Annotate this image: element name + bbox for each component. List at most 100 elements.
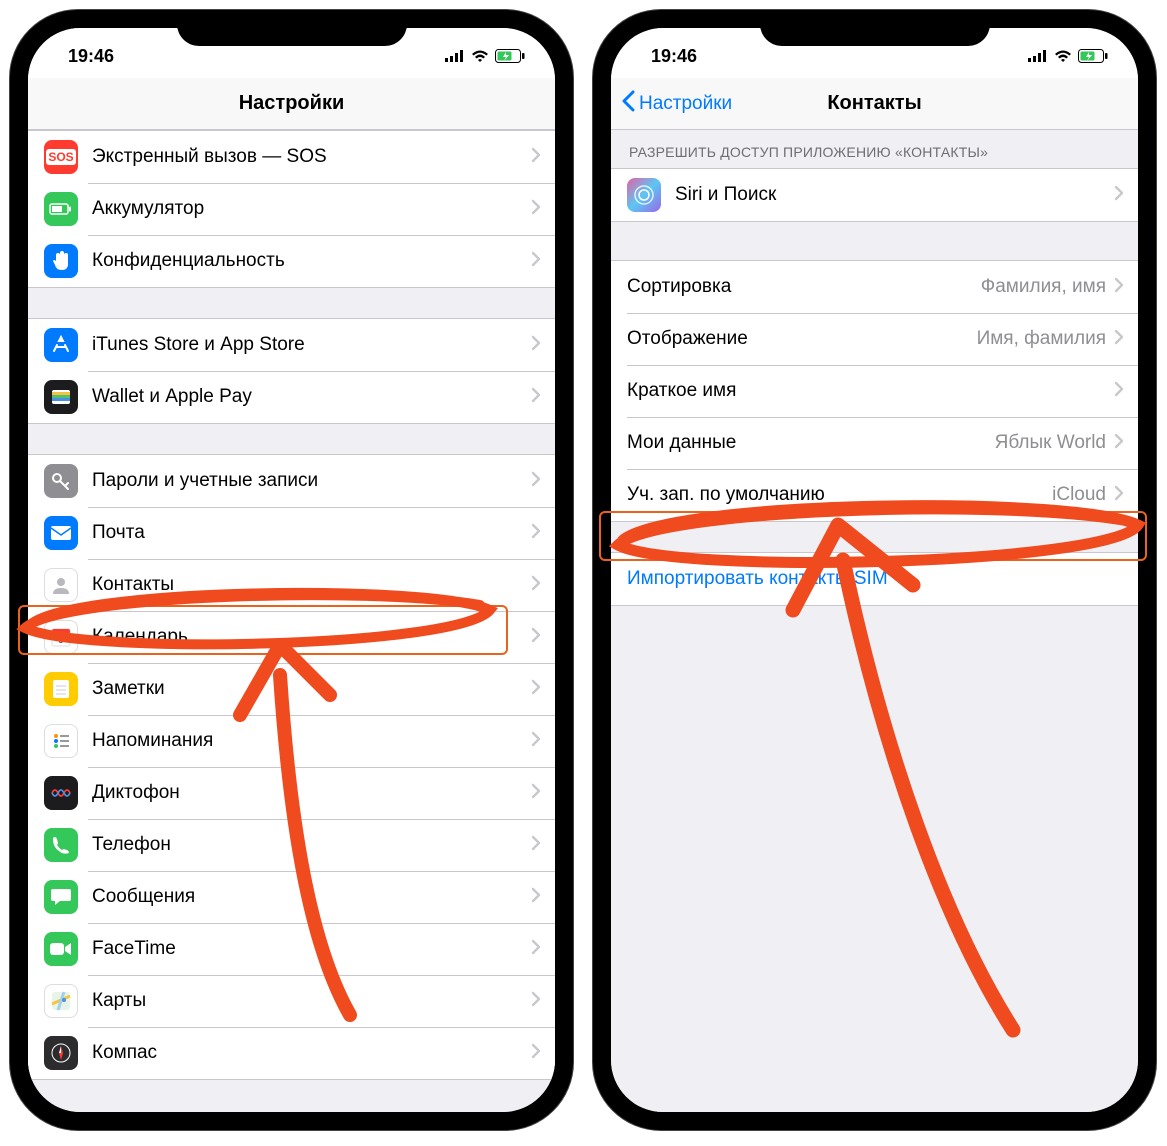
chevron-right-icon [531, 991, 541, 1012]
status-time: 19:46 [651, 40, 697, 67]
contacts-settings[interactable]: РАЗРЕШИТЬ ДОСТУП ПРИЛОЖЕНИЮ «КОНТАКТЫ» S… [611, 130, 1138, 1112]
settings-row-contacts[interactable]: Контакты [28, 559, 555, 611]
settings-row-key[interactable]: Пароли и учетные записи [28, 455, 555, 507]
back-button[interactable]: Настройки [611, 90, 732, 118]
row-label: Сообщения [92, 886, 531, 908]
settings-row-notes[interactable]: Заметки [28, 663, 555, 715]
settings-row-mail[interactable]: Почта [28, 507, 555, 559]
nav-bar: Настройки [28, 78, 555, 130]
settings-list[interactable]: SOS Экстренный вызов — SOS Аккумулятор Конф… [28, 130, 555, 1112]
settings-row-compass[interactable]: Компас [28, 1027, 555, 1079]
svg-text:9: 9 [58, 635, 64, 646]
settings-row-wallet[interactable]: Wallet и Apple Pay [28, 371, 555, 423]
maps-icon [44, 984, 78, 1018]
settings-row-messages[interactable]: Сообщения [28, 871, 555, 923]
compass-icon [44, 1036, 78, 1070]
chevron-right-icon [531, 523, 541, 544]
back-label: Настройки [639, 93, 732, 115]
contacts-option-row[interactable]: Краткое имя [611, 365, 1138, 417]
chevron-right-icon [1114, 433, 1124, 454]
chevron-right-icon [531, 835, 541, 856]
row-label: Сортировка [627, 276, 981, 298]
appstore-icon [44, 328, 78, 362]
hand-icon [44, 244, 78, 278]
row-value: iCloud [1052, 484, 1106, 506]
page-title: Настройки [28, 92, 555, 115]
battery-icon [44, 192, 78, 226]
chevron-right-icon [531, 679, 541, 700]
section-header: РАЗРЕШИТЬ ДОСТУП ПРИЛОЖЕНИЮ «КОНТАКТЫ» [611, 130, 1138, 168]
row-label: Уч. зап. по умолчанию [627, 484, 1052, 506]
screen-right: 19:46 Нас [611, 28, 1138, 1112]
row-label: Аккумулятор [92, 198, 531, 220]
row-label: Контакты [92, 574, 531, 596]
contacts-option-row[interactable]: Уч. зап. по умолчаниюiCloud [611, 469, 1138, 521]
chevron-right-icon [531, 627, 541, 648]
chevron-right-icon [531, 575, 541, 596]
phone-left: 19:46 Настройки SOS Экстренный вызов — SO… [10, 10, 573, 1130]
sos-icon: SOS [44, 140, 78, 174]
screen-left: 19:46 Настройки SOS Экстренный вызов — SO… [28, 28, 555, 1112]
wifi-icon [471, 50, 489, 63]
row-label: Экстренный вызов — SOS [92, 146, 531, 168]
battery-icon [1078, 49, 1108, 63]
row-label: Карты [92, 990, 531, 1012]
row-label: Календарь [92, 626, 531, 648]
row-import-sim[interactable]: Импортировать контакты SIM [611, 553, 1138, 605]
voice-icon [44, 776, 78, 810]
chevron-right-icon [1114, 277, 1124, 298]
row-label: Мои данные [627, 432, 995, 454]
wallet-icon [44, 380, 78, 414]
siri-icon [627, 178, 661, 212]
calendar-icon: 9 [44, 620, 78, 654]
chevron-right-icon [531, 251, 541, 272]
row-label: iTunes Store и App Store [92, 334, 531, 356]
chevron-right-icon [531, 387, 541, 408]
mail-icon [44, 516, 78, 550]
row-label: Краткое имя [627, 380, 1114, 402]
chevron-right-icon [531, 1043, 541, 1064]
contacts-option-row[interactable]: ОтображениеИмя, фамилия [611, 313, 1138, 365]
settings-row-phone[interactable]: Телефон [28, 819, 555, 871]
notch [760, 10, 990, 46]
contacts-option-row[interactable]: Мои данныеЯблык World [611, 417, 1138, 469]
row-label: Напоминания [92, 730, 531, 752]
cell-signal-icon [445, 50, 465, 62]
row-value: Имя, фамилия [977, 328, 1106, 350]
chevron-right-icon [531, 939, 541, 960]
row-value: Фамилия, имя [981, 276, 1106, 298]
settings-row-hand[interactable]: Конфиденциальность [28, 235, 555, 287]
settings-row-calendar[interactable]: 9 Календарь [28, 611, 555, 663]
chevron-right-icon [531, 199, 541, 220]
settings-row-maps[interactable]: Карты [28, 975, 555, 1027]
contacts-icon [44, 568, 78, 602]
settings-row-appstore[interactable]: iTunes Store и App Store [28, 319, 555, 371]
row-siri-search[interactable]: Siri и Поиск [611, 169, 1138, 221]
settings-row-facetime[interactable]: FaceTime [28, 923, 555, 975]
row-label: Отображение [627, 328, 977, 350]
row-label: Диктофон [92, 782, 531, 804]
notes-icon [44, 672, 78, 706]
row-label: Wallet и Apple Pay [92, 386, 531, 408]
row-label: Почта [92, 522, 531, 544]
chevron-right-icon [1114, 381, 1124, 402]
wifi-icon [1054, 50, 1072, 63]
chevron-right-icon [531, 731, 541, 752]
status-time: 19:46 [68, 40, 114, 67]
chevron-right-icon [1114, 329, 1124, 350]
settings-row-sos[interactable]: SOS Экстренный вызов — SOS [28, 131, 555, 183]
nav-bar: Настройки Контакты [611, 78, 1138, 130]
settings-row-reminders[interactable]: Напоминания [28, 715, 555, 767]
row-label: Телефон [92, 834, 531, 856]
settings-row-voice[interactable]: Диктофон [28, 767, 555, 819]
row-label: FaceTime [92, 938, 531, 960]
chevron-right-icon [531, 147, 541, 168]
chevron-right-icon [531, 471, 541, 492]
row-label: Импортировать контакты SIM [627, 568, 1138, 590]
contacts-option-row[interactable]: СортировкаФамилия, имя [611, 261, 1138, 313]
phone-icon [44, 828, 78, 862]
facetime-icon [44, 932, 78, 966]
row-label: Пароли и учетные записи [92, 470, 531, 492]
chevron-right-icon [1114, 485, 1124, 506]
settings-row-battery[interactable]: Аккумулятор [28, 183, 555, 235]
